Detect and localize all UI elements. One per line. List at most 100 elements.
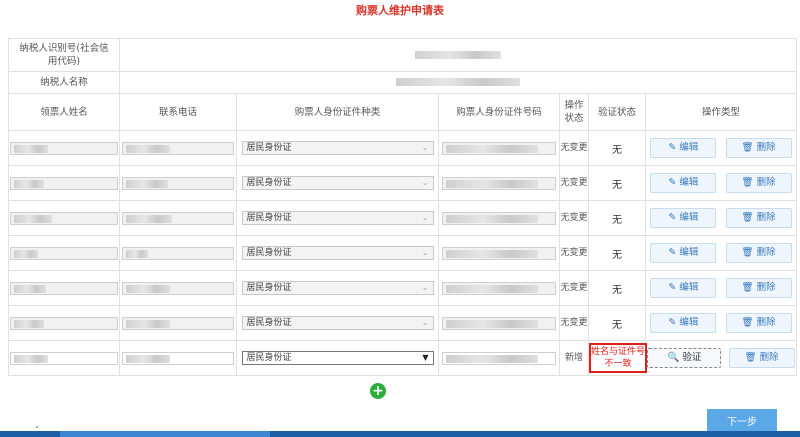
table-header: 领票人姓名 联系电话 购票人身份证件种类 购票人身份证件号码 操作状态 验证状态…: [8, 93, 797, 131]
col-op-type: 操作类型: [645, 93, 797, 131]
edit-icon: ✎: [668, 282, 677, 293]
buyer-name-input[interactable]: [10, 141, 118, 155]
taxpayer-id-row: 纳税人识别号(社会信用代码): [8, 38, 797, 72]
verify-status: 无: [588, 235, 646, 271]
edit-button[interactable]: ✎ 编辑: [650, 243, 717, 263]
phone-input[interactable]: [122, 316, 234, 330]
trash-icon: 🗑: [741, 212, 754, 223]
table-row: 居民身份证 ⌄ 无变更 无 ✎ 编辑 🗑 删除: [8, 165, 797, 201]
chevron-down-icon: ⌄: [421, 318, 429, 327]
table-row: 居民身份证 ⌄ 无变更 无 ✎ 编辑 🗑 删除: [8, 305, 797, 341]
buyer-name-input[interactable]: [10, 211, 118, 225]
delete-button[interactable]: 🗑 删除: [725, 313, 792, 333]
id-type-select[interactable]: 居民身份证 ⌄: [241, 316, 434, 330]
form-panel: 纳税人识别号(社会信用代码) 纳税人名称 领票人姓名 联系电话 购票人身份证件种…: [8, 38, 797, 383]
edit-button[interactable]: ✎ 编辑: [650, 173, 717, 193]
id-number-input[interactable]: [442, 246, 556, 260]
edit-button[interactable]: ✎ 编辑: [650, 313, 717, 333]
edit-icon: ✎: [668, 212, 677, 223]
buyer-name-input[interactable]: [10, 246, 118, 260]
id-type-select[interactable]: 居民身份证 ⌄: [241, 281, 434, 295]
edit-icon: ✎: [668, 317, 677, 328]
chevron-down-icon: ⌄: [421, 143, 429, 152]
edit-icon: ✎: [668, 177, 677, 188]
edit-button[interactable]: ✎ 编辑: [650, 278, 717, 298]
id-number-input[interactable]: [442, 141, 556, 155]
op-status: 无变更: [559, 305, 589, 341]
chevron-down-icon: ⌄: [421, 213, 429, 222]
id-type-select[interactable]: 居民身份证 ⌄: [241, 246, 434, 260]
taskbar: [0, 431, 800, 437]
id-number-input[interactable]: [442, 176, 556, 190]
trash-icon: 🗑: [741, 177, 754, 188]
plus-circle-icon: +: [372, 383, 384, 399]
add-row-button[interactable]: +: [370, 383, 386, 399]
id-number-input[interactable]: [442, 316, 556, 330]
edit-icon: ✎: [668, 142, 677, 153]
phone-input[interactable]: [122, 281, 234, 295]
trash-icon: 🗑: [744, 352, 757, 363]
phone-input[interactable]: [122, 141, 234, 155]
page-title: 购票人维护申请表: [356, 4, 444, 17]
op-status: 无变更: [559, 200, 589, 236]
buyer-name-input[interactable]: [10, 176, 118, 190]
verify-status: 无: [588, 165, 646, 201]
delete-button[interactable]: 🗑 删除: [725, 173, 792, 193]
col-phone: 联系电话: [119, 93, 237, 131]
buyer-name-input[interactable]: [10, 351, 118, 365]
phone-input[interactable]: [122, 211, 234, 225]
taxpayer-name-value: [119, 71, 797, 94]
id-type-select[interactable]: 居民身份证 ⌄: [241, 211, 434, 225]
id-type-select[interactable]: 居民身份证 ⌄: [241, 141, 434, 155]
op-status: 无变更: [559, 165, 589, 201]
buyer-table: 纳税人识别号(社会信用代码) 纳税人名称 领票人姓名 联系电话 购票人身份证件种…: [8, 38, 797, 376]
op-status: 无变更: [559, 270, 589, 306]
col-id-number: 购票人身份证件号码: [438, 93, 560, 131]
id-type-select[interactable]: 居民身份证 ⌄: [241, 176, 434, 190]
verify-button[interactable]: 🔍 验证: [647, 348, 722, 368]
trash-icon: 🗑: [741, 142, 754, 153]
chevron-down-icon: ⌄: [421, 178, 429, 187]
phone-input[interactable]: [122, 351, 234, 365]
edit-button[interactable]: ✎ 编辑: [650, 138, 717, 158]
delete-button[interactable]: 🗑 删除: [725, 278, 792, 298]
table-row: 居民身份证 ⌄ 无变更 无 ✎ 编辑 🗑 删除: [8, 200, 797, 236]
op-status: 无变更: [559, 130, 589, 166]
table-row: 居民身份证 ⌄ 无变更 无 ✎ 编辑 🗑 删除: [8, 235, 797, 271]
taxpayer-name-redacted: [396, 78, 520, 86]
id-type-select[interactable]: 居民身份证 ▼: [241, 351, 434, 365]
taxpayer-id-label: 纳税人识别号(社会信用代码): [8, 38, 120, 72]
verify-status: 无: [588, 200, 646, 236]
taxpayer-id-redacted: [415, 50, 501, 59]
decorative-dot: [36, 426, 38, 428]
op-status: 新增: [559, 340, 589, 376]
edit-button[interactable]: ✎ 编辑: [650, 208, 717, 228]
delete-button[interactable]: 🗑 删除: [725, 208, 792, 228]
chevron-down-icon: ⌄: [421, 283, 429, 292]
trash-icon: 🗑: [741, 317, 754, 328]
verify-status: 无: [588, 130, 646, 166]
phone-input[interactable]: [122, 246, 234, 260]
buyer-name-input[interactable]: [10, 316, 118, 330]
id-number-input[interactable]: [442, 211, 556, 225]
id-number-input[interactable]: [442, 351, 556, 365]
col-name: 领票人姓名: [8, 93, 120, 131]
chevron-down-icon: ⌄: [421, 248, 429, 257]
table-row-new: 居民身份证 ▼ 新增 姓名与证件号不一致 🔍 验证 🗑 删除: [8, 340, 797, 376]
edit-icon: ✎: [668, 247, 677, 258]
id-number-input[interactable]: [442, 281, 556, 295]
col-id-type: 购票人身份证件种类: [236, 93, 439, 131]
taxpayer-id-value: [119, 38, 797, 72]
delete-button[interactable]: 🗑 删除: [725, 138, 792, 158]
verify-error-badge: 姓名与证件号不一致: [589, 343, 647, 373]
col-verify-status: 验证状态: [588, 93, 646, 131]
taskbar-active-segment: [60, 431, 270, 437]
delete-button[interactable]: 🗑 删除: [728, 348, 795, 368]
delete-button[interactable]: 🗑 删除: [725, 243, 792, 263]
phone-input[interactable]: [122, 176, 234, 190]
caret-down-icon: ▼: [422, 353, 429, 362]
taxpayer-name-row: 纳税人名称: [8, 71, 797, 94]
verify-status: 无: [588, 305, 646, 341]
taxpayer-name-label: 纳税人名称: [8, 71, 120, 94]
buyer-name-input[interactable]: [10, 281, 118, 295]
